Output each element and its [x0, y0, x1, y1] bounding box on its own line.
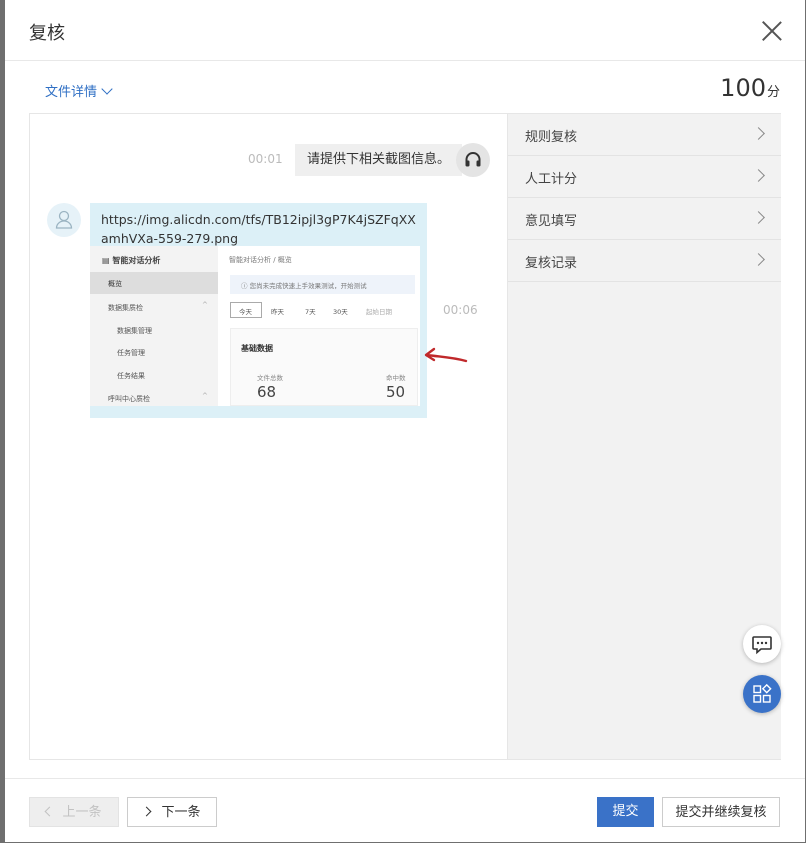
review-panel: 00:01 请提供下相关截图信息。 https://img.alicdn.com… — [29, 113, 781, 760]
side-item-label: 意见填写 — [525, 214, 578, 229]
image-url-text: https://img.alicdn.com/tfs/TB12ipjl3gP7K… — [101, 212, 416, 246]
thumb-stat-value: 50 — [386, 383, 406, 401]
dialog-title: 复核 — [29, 23, 65, 44]
screenshot-image[interactable]: ▤ 智能对话分析 概览 数据集质检 ^ 数据集管理 任务管理 任务结果 呼叫中心… — [90, 246, 420, 406]
thumb-date-tab: 起始日期 — [366, 308, 392, 316]
thumb-date-tab: 7天 — [305, 308, 316, 316]
next-button-label: 下一条 — [161, 805, 201, 820]
user-message-time: 00:06 — [443, 303, 478, 317]
side-item-label: 复核记录 — [525, 256, 578, 271]
review-dialog: 复核 文件详情 100分 00:01 请提供下相关截图信息。 https://i… — [5, 0, 805, 842]
red-arrow-icon — [424, 347, 468, 363]
next-button[interactable]: 下一条 — [127, 797, 217, 827]
chevron-right-icon — [752, 211, 765, 224]
thumb-stat-value: 68 — [257, 383, 277, 401]
submit-button[interactable]: 提交 — [597, 797, 654, 827]
file-detail-toggle[interactable]: 文件详情 — [45, 81, 113, 100]
side-item-label: 人工计分 — [525, 172, 578, 187]
chevron-right-icon — [752, 127, 765, 140]
thumb-stat-label: 命中数 — [386, 374, 406, 382]
side-item-comment[interactable]: 意见填写 — [508, 198, 781, 240]
agent-message-bubble: 请提供下相关截图信息。 — [295, 144, 463, 176]
thumb-menu-item: 数据集管理 — [117, 327, 152, 335]
score-value: 100 — [720, 74, 766, 102]
thumb-card-title: 基础数据 — [241, 344, 273, 353]
thumb-menu-item: 数据集质检 — [108, 304, 143, 312]
chat-bubble-icon[interactable] — [743, 625, 781, 663]
chevron-right-icon — [752, 169, 765, 182]
thumb-menu-item: 任务管理 — [117, 349, 145, 357]
thumb-date-tab: 昨天 — [271, 308, 284, 316]
chevron-left-icon — [45, 806, 55, 817]
chat-area: 00:01 请提供下相关截图信息。 https://img.alicdn.com… — [30, 114, 507, 759]
thumb-stat-label: 文件总数 — [257, 374, 283, 382]
thumb-breadcrumb: 智能对话分析 / 概览 — [229, 256, 292, 264]
side-item-review-history[interactable]: 复核记录 — [508, 240, 781, 282]
submit-and-continue-button[interactable]: 提交并继续复核 — [662, 797, 780, 827]
thumb-date-tab: 今天 — [239, 308, 252, 316]
thumb-menu-item: 任务结果 — [117, 372, 145, 380]
dialog-header: 复核 — [5, 0, 805, 61]
chevron-right-icon — [752, 253, 765, 266]
review-side-menu: 规则复核 人工计分 意见填写 复核记录 — [507, 114, 781, 759]
chevron-down-icon — [101, 83, 113, 95]
score-display: 100分 — [720, 74, 780, 102]
side-item-rule-review[interactable]: 规则复核 — [508, 114, 781, 156]
thumb-notice: ⓘ 您尚未完成快速上手效果测试，开始测试 — [241, 282, 367, 290]
user-message-bubble: https://img.alicdn.com/tfs/TB12ipjl3gP7K… — [90, 203, 427, 418]
dialog-footer: 上一条 下一条 提交 提交并继续复核 — [5, 778, 805, 843]
side-item-manual-scoring[interactable]: 人工计分 — [508, 156, 781, 198]
thumb-menu-item: 概览 — [108, 280, 122, 288]
apps-icon[interactable] — [743, 675, 781, 713]
prev-button-label: 上一条 — [62, 805, 102, 820]
thumb-app-title: ▤ 智能对话分析 — [102, 256, 161, 265]
chevron-right-icon — [142, 806, 152, 817]
side-item-label: 规则复核 — [525, 130, 578, 145]
user-avatar-icon — [47, 203, 81, 237]
prev-button[interactable]: 上一条 — [29, 797, 119, 827]
agent-message-time: 00:01 — [248, 152, 283, 166]
close-icon[interactable] — [761, 20, 783, 42]
thumb-date-tab: 30天 — [333, 308, 348, 316]
file-detail-label: 文件详情 — [45, 85, 98, 100]
score-unit: 分 — [766, 85, 780, 100]
thumb-menu-item: 呼叫中心质检 — [108, 395, 150, 403]
headset-icon — [456, 143, 490, 177]
